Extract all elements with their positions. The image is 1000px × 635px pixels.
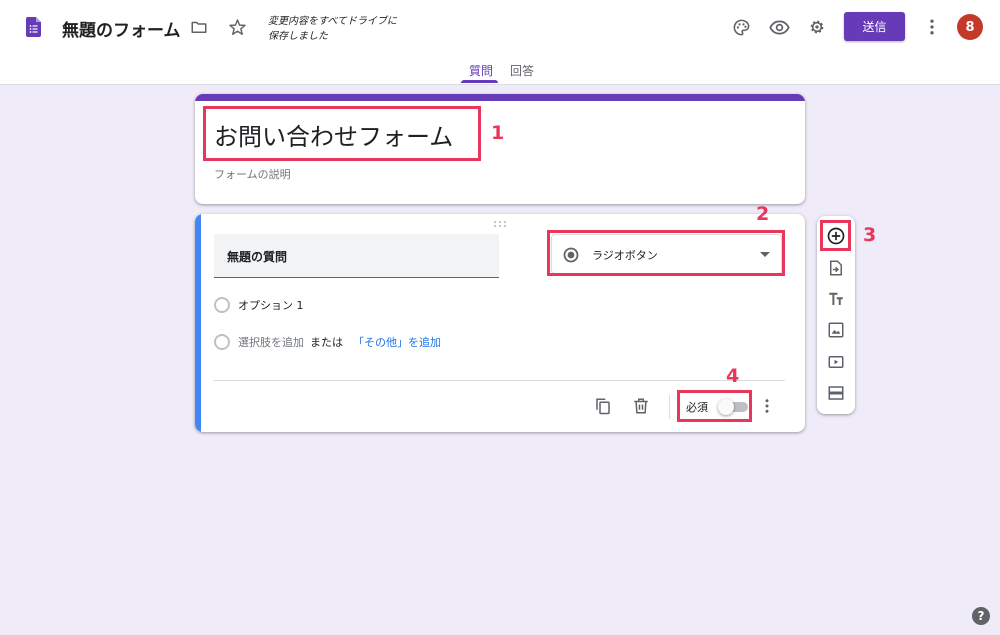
add-image-icon[interactable] — [826, 320, 846, 340]
radio-circle-icon — [214, 334, 230, 350]
annotation-number: 4 — [726, 365, 740, 387]
required-toggle[interactable] — [718, 399, 748, 415]
radio-circle-icon — [214, 297, 230, 313]
help-icon[interactable]: ? — [972, 607, 990, 625]
annotation-number: 2 — [756, 203, 770, 225]
tab-questions[interactable]: 質問 — [469, 62, 493, 79]
footer-separator — [669, 395, 670, 419]
tab-responses[interactable]: 回答 — [510, 62, 534, 79]
option-label[interactable]: オプション 1 — [238, 297, 304, 313]
star-icon[interactable] — [225, 15, 249, 39]
add-title-icon[interactable] — [826, 289, 846, 309]
add-video-icon[interactable] — [826, 352, 846, 372]
folder-icon[interactable] — [187, 15, 211, 39]
forms-logo-icon[interactable] — [26, 17, 41, 37]
radio-button-icon — [563, 247, 579, 263]
question-title-text: 無題の質問 — [227, 250, 288, 264]
document-title[interactable]: 無題のフォーム — [62, 16, 181, 41]
palette-icon[interactable] — [729, 15, 753, 39]
more-vert-icon[interactable] — [758, 397, 776, 415]
trash-icon[interactable] — [632, 397, 650, 415]
send-button[interactable]: 送信 — [844, 12, 905, 41]
form-description-field[interactable]: フォームの説明 — [214, 166, 291, 182]
add-question-icon[interactable] — [826, 226, 846, 246]
question-type-select[interactable]: ラジオボタン — [551, 234, 782, 274]
active-tab-indicator — [461, 80, 498, 83]
form-title[interactable]: お問い合わせフォーム — [214, 117, 453, 152]
gear-icon[interactable] — [805, 15, 829, 39]
add-option-button[interactable]: 選択肢を追加 — [238, 334, 304, 350]
form-title-card: お問い合わせフォーム フォームの説明 — [195, 94, 805, 204]
add-option-row: 選択肢を追加 または 「その他」を追加 — [214, 333, 441, 351]
toggle-thumb — [718, 399, 734, 415]
avatar[interactable]: 8 — [957, 14, 983, 40]
question-type-label: ラジオボタン — [592, 249, 658, 262]
app-header: 無題のフォーム 変更内容をすべてドライブに保存しました 送信 8 質問 回答 — [0, 0, 1000, 85]
copy-icon[interactable] — [594, 397, 612, 415]
annotation-number: 1 — [491, 122, 505, 144]
add-other-link[interactable]: 「その他」を追加 — [353, 334, 441, 350]
dropdown-arrow-icon — [760, 252, 770, 257]
eye-icon[interactable] — [767, 15, 791, 39]
side-toolbar — [817, 216, 855, 414]
required-label: 必須 — [686, 401, 708, 414]
add-section-icon[interactable] — [826, 383, 846, 403]
option-row[interactable]: オプション 1 — [214, 296, 304, 314]
footer-divider — [214, 380, 785, 381]
save-status: 変更内容をすべてドライブに保存しました — [268, 16, 397, 42]
question-card[interactable]: 無題の質問 ラジオボタン オプション 1 選択肢を追加 または 「その他」を追加… — [195, 214, 805, 432]
or-label: または — [310, 336, 343, 349]
import-question-icon[interactable] — [826, 258, 846, 278]
drag-handle-icon[interactable] — [493, 220, 507, 228]
question-title-input[interactable]: 無題の質問 — [214, 234, 499, 278]
active-card-indicator — [195, 214, 201, 432]
theme-color-band — [195, 94, 805, 101]
annotation-number: 3 — [863, 224, 877, 246]
more-vert-icon[interactable] — [920, 15, 944, 39]
